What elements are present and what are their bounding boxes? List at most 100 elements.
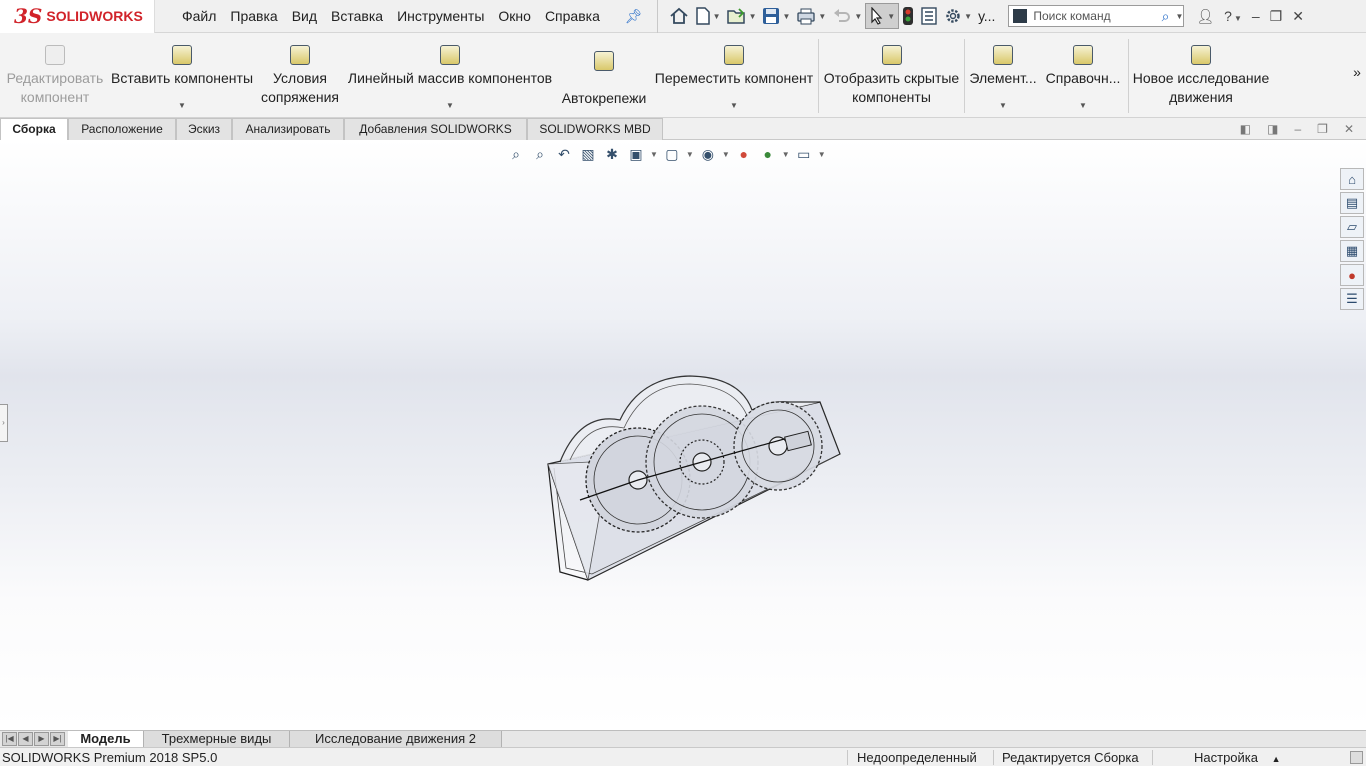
assembly-features-button[interactable]: Элемент... ▼ — [966, 33, 1040, 118]
rebuild-button[interactable] — [899, 3, 917, 29]
mates-button[interactable]: Условия сопряжения — [256, 33, 344, 118]
chevron-down-icon[interactable]: ▼ — [1234, 14, 1242, 23]
collapse-left-icon[interactable]: ◧ — [1240, 122, 1251, 136]
chevron-down-icon[interactable]: ▼ — [686, 150, 694, 159]
insert-components-button[interactable]: Вставить компоненты ▼ — [108, 33, 256, 118]
ribbon-more-button[interactable]: » — [1348, 63, 1366, 87]
previous-tab-icon[interactable]: ◀ — [18, 732, 33, 746]
minimize-icon[interactable]: – — [1252, 8, 1260, 24]
last-tab-icon[interactable]: ▶| — [50, 732, 65, 746]
doc-minimize-icon[interactable]: – — [1294, 122, 1301, 136]
user-account-icon[interactable]: 👤︎ — [1196, 8, 1214, 25]
user-menu[interactable]: у... — [975, 3, 998, 29]
menu-help[interactable]: Справка — [538, 0, 607, 33]
chevron-down-icon[interactable]: ▼ — [966, 96, 1040, 115]
view-settings-icon[interactable]: ▭ — [794, 144, 814, 164]
chevron-down-icon[interactable]: ▼ — [818, 150, 826, 159]
custom-properties-icon[interactable]: ☰ — [1340, 288, 1364, 310]
file-properties-button[interactable] — [917, 3, 941, 29]
menu-window[interactable]: Окно — [491, 0, 538, 33]
smart-fasteners-button[interactable]: Автокрепежи — [556, 33, 652, 118]
move-component-button[interactable]: Переместить компонент ▼ — [652, 33, 816, 118]
next-tab-icon[interactable]: ▶ — [34, 732, 49, 746]
tab-solidworks-addins[interactable]: Добавления SOLIDWORKS — [344, 118, 527, 140]
reference-geometry-button[interactable]: Справочн... ▼ — [1042, 33, 1124, 118]
search-icon[interactable]: ⌕ — [1162, 8, 1170, 25]
doc-close-icon[interactable]: ✕ — [1344, 122, 1354, 136]
chevron-down-icon[interactable]: ▼ — [108, 96, 256, 115]
save-button[interactable]: ▼ — [759, 3, 793, 29]
zoom-to-area-icon[interactable]: ⌕ — [530, 144, 550, 164]
chevron-down-icon[interactable]: ▼ — [854, 12, 862, 21]
tab-evaluate[interactable]: Анализировать — [232, 118, 344, 140]
collapse-right-icon[interactable]: ◨ — [1267, 122, 1278, 136]
show-hidden-components-button[interactable]: Отобразить скрытые компоненты — [820, 33, 963, 118]
home-button[interactable] — [666, 3, 692, 29]
chevron-down-icon[interactable]: ▼ — [782, 150, 790, 159]
gearbox-assembly-model[interactable] — [540, 372, 850, 582]
chevron-down-icon[interactable]: ▼ — [818, 12, 826, 21]
chevron-down-icon[interactable]: ▼ — [887, 12, 895, 21]
hide-show-items-icon[interactable]: ◉ — [698, 144, 718, 164]
new-button[interactable]: ▼ — [692, 3, 724, 29]
dynamic-annotation-icon[interactable]: ✱ — [602, 144, 622, 164]
chevron-down-icon[interactable]: ▼ — [1175, 12, 1183, 21]
tab-layout[interactable]: Расположение — [68, 118, 176, 140]
menu-tools[interactable]: Инструменты — [390, 0, 491, 33]
new-document-icon — [695, 7, 710, 25]
tab-motion-study-2[interactable]: Исследование движения 2 — [290, 731, 502, 748]
reference-geometry-label: Справочн... — [1045, 70, 1121, 86]
close-icon[interactable]: ✕ — [1292, 8, 1304, 25]
feature-tree-expand-handle[interactable]: › — [0, 404, 8, 442]
tab-sketch[interactable]: Эскиз — [176, 118, 232, 140]
chevron-down-icon[interactable]: ▼ — [650, 150, 658, 159]
options-button[interactable]: ▼ — [941, 3, 975, 29]
appearances-scenes-icon[interactable]: ● — [1340, 264, 1364, 286]
graphics-area[interactable]: ⌕ ⌕ ↶ ▧ ✱ ▣ ▼ ▢ ▼ ◉ ▼ ● ● ▼ ▭ ▼ › ⌂ ▤ ▱ ▦ ● ☰ — [0, 140, 1366, 730]
pin-icon[interactable]: 📌︎ — [625, 8, 643, 25]
tab-3d-views[interactable]: Трехмерные виды — [144, 731, 290, 748]
chevron-down-icon[interactable]: ▼ — [652, 96, 816, 115]
tab-assembly[interactable]: Сборка — [0, 118, 68, 140]
help-button[interactable]: ? ▼ — [1224, 8, 1242, 24]
chevron-down-icon[interactable]: ▼ — [713, 12, 721, 21]
chevron-down-icon[interactable]: ▼ — [722, 150, 730, 159]
command-search[interactable]: Поиск команд ⌕ ▼ — [1008, 5, 1185, 27]
menu-insert[interactable]: Вставка — [324, 0, 390, 33]
file-explorer-icon[interactable]: ▱ — [1340, 216, 1364, 238]
select-button[interactable]: ▼ — [865, 3, 900, 29]
edit-appearance-icon[interactable]: ● — [734, 144, 754, 164]
solidworks-resources-icon[interactable]: ⌂ — [1340, 168, 1364, 190]
design-library-icon[interactable]: ▤ — [1340, 192, 1364, 214]
tab-solidworks-mbd[interactable]: SOLIDWORKS MBD — [527, 118, 663, 140]
chevron-down-icon[interactable]: ▼ — [749, 12, 757, 21]
menu-view[interactable]: Вид — [285, 0, 324, 33]
chevron-down-icon[interactable]: ▼ — [1042, 96, 1124, 115]
previous-view-icon[interactable]: ↶ — [554, 144, 574, 164]
apply-scene-icon[interactable]: ● — [758, 144, 778, 164]
units-settings[interactable]: Настройка ▲ — [1194, 748, 1281, 766]
menu-file[interactable]: Файл — [175, 0, 223, 33]
tab-model[interactable]: Модель — [68, 731, 144, 748]
chevron-down-icon[interactable]: ▼ — [964, 12, 972, 21]
resize-grip-icon[interactable] — [1350, 751, 1363, 764]
search-input[interactable]: Поиск команд — [1033, 9, 1110, 23]
zoom-to-fit-icon[interactable]: ⌕ — [506, 144, 526, 164]
restore-icon[interactable]: ❐ — [1270, 8, 1283, 25]
undo-button[interactable]: ▼ — [829, 3, 865, 29]
edit-component-button[interactable]: Редактировать компонент — [4, 33, 106, 118]
menu-edit[interactable]: Правка — [223, 0, 284, 33]
open-button[interactable]: ▼ — [724, 3, 760, 29]
view-palette-icon[interactable]: ▦ — [1340, 240, 1364, 262]
view-orientation-icon[interactable]: ▣ — [626, 144, 646, 164]
section-view-icon[interactable]: ▧ — [578, 144, 598, 164]
print-button[interactable]: ▼ — [793, 3, 829, 29]
display-style-icon[interactable]: ▢ — [662, 144, 682, 164]
chevron-down-icon[interactable]: ▼ — [344, 96, 556, 115]
doc-restore-icon[interactable]: ❐ — [1317, 122, 1328, 136]
first-tab-icon[interactable]: |◀ — [2, 732, 17, 746]
linear-pattern-button[interactable]: Линейный массив компонентов ▼ — [344, 33, 556, 118]
solidworks-logo[interactable]: 3S SOLIDWORKS — [0, 0, 155, 33]
chevron-down-icon[interactable]: ▼ — [782, 12, 790, 21]
new-motion-study-button[interactable]: Новое исследование движения — [1130, 33, 1272, 118]
